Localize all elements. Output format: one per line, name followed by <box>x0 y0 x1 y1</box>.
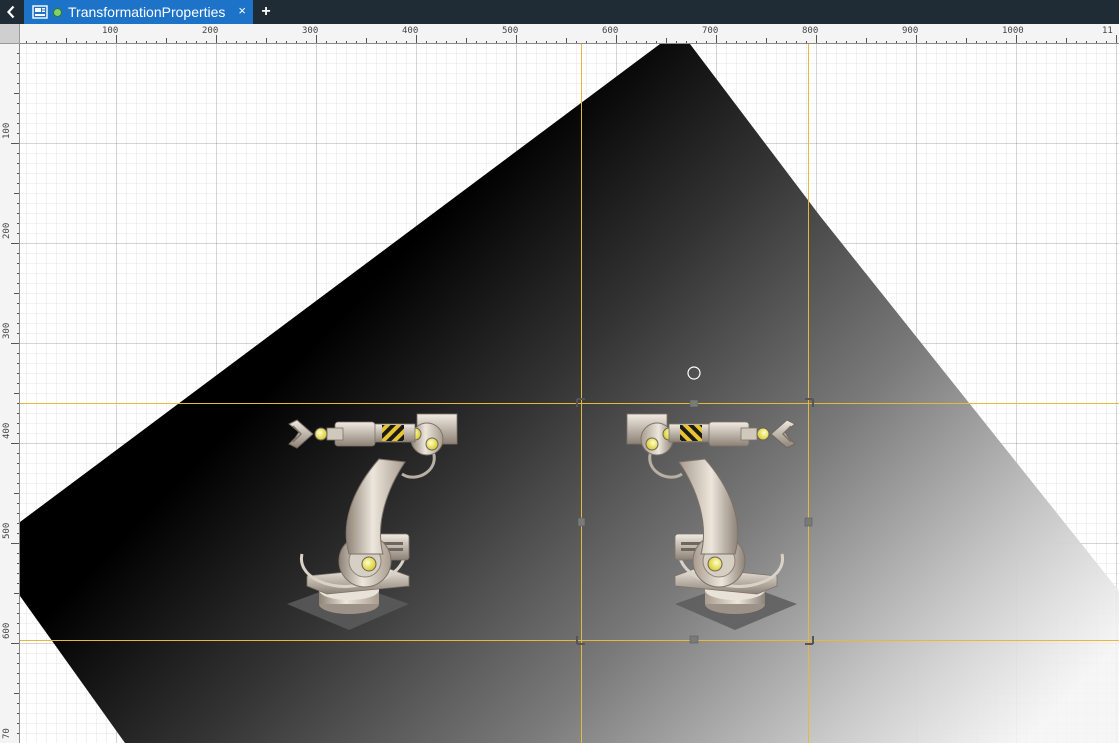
ruler-label: 1000 <box>1002 26 1024 36</box>
design-canvas[interactable] <box>20 44 1119 743</box>
gradient-polygon <box>20 44 1119 743</box>
tab-title: TransformationProperties <box>68 4 226 20</box>
ruler-label: 11 <box>1102 26 1113 36</box>
ruler-label: 300 <box>2 323 12 339</box>
ruler-label: 700 <box>702 26 718 36</box>
ruler-corner <box>0 24 20 44</box>
ruler-label: 70 <box>2 728 12 739</box>
horizontal-ruler-ticks: 100 200 300 400 500 600 700 800 900 1000 11 <box>26 26 1117 43</box>
ruler-label: 400 <box>402 26 418 36</box>
display-document-icon <box>32 5 48 19</box>
ruler-label: 500 <box>2 523 12 539</box>
canvas-drawing <box>20 44 1119 743</box>
ruler-label: 800 <box>802 26 818 36</box>
ruler-label: 900 <box>902 26 918 36</box>
ruler-label: 100 <box>102 26 118 36</box>
ruler-label: 200 <box>202 26 218 36</box>
ruler-label: 100 <box>2 123 12 139</box>
ruler-label: 300 <box>302 26 318 36</box>
title-bar: TransformationProperties × + <box>0 0 1119 24</box>
ruler-label: 500 <box>502 26 518 36</box>
chevron-left-icon <box>7 5 15 19</box>
ruler-label: 400 <box>2 423 12 439</box>
back-button[interactable] <box>0 0 22 24</box>
ruler-label: 600 <box>2 623 12 639</box>
horizontal-ruler[interactable]: 100 200 300 400 500 600 700 800 900 1000 11 <box>20 24 1119 44</box>
vertical-ruler-ticks: 100 200 300 400 500 600 70 <box>2 53 19 739</box>
add-tab-button[interactable]: + <box>256 0 276 24</box>
vertical-ruler[interactable]: 100 200 300 400 500 600 70 <box>0 44 20 743</box>
ruler-label: 600 <box>602 26 618 36</box>
status-dot-icon <box>53 7 62 17</box>
tab-transformation-properties[interactable]: TransformationProperties × <box>24 0 253 24</box>
close-icon[interactable]: × <box>238 3 246 18</box>
ruler-label: 200 <box>2 223 12 239</box>
